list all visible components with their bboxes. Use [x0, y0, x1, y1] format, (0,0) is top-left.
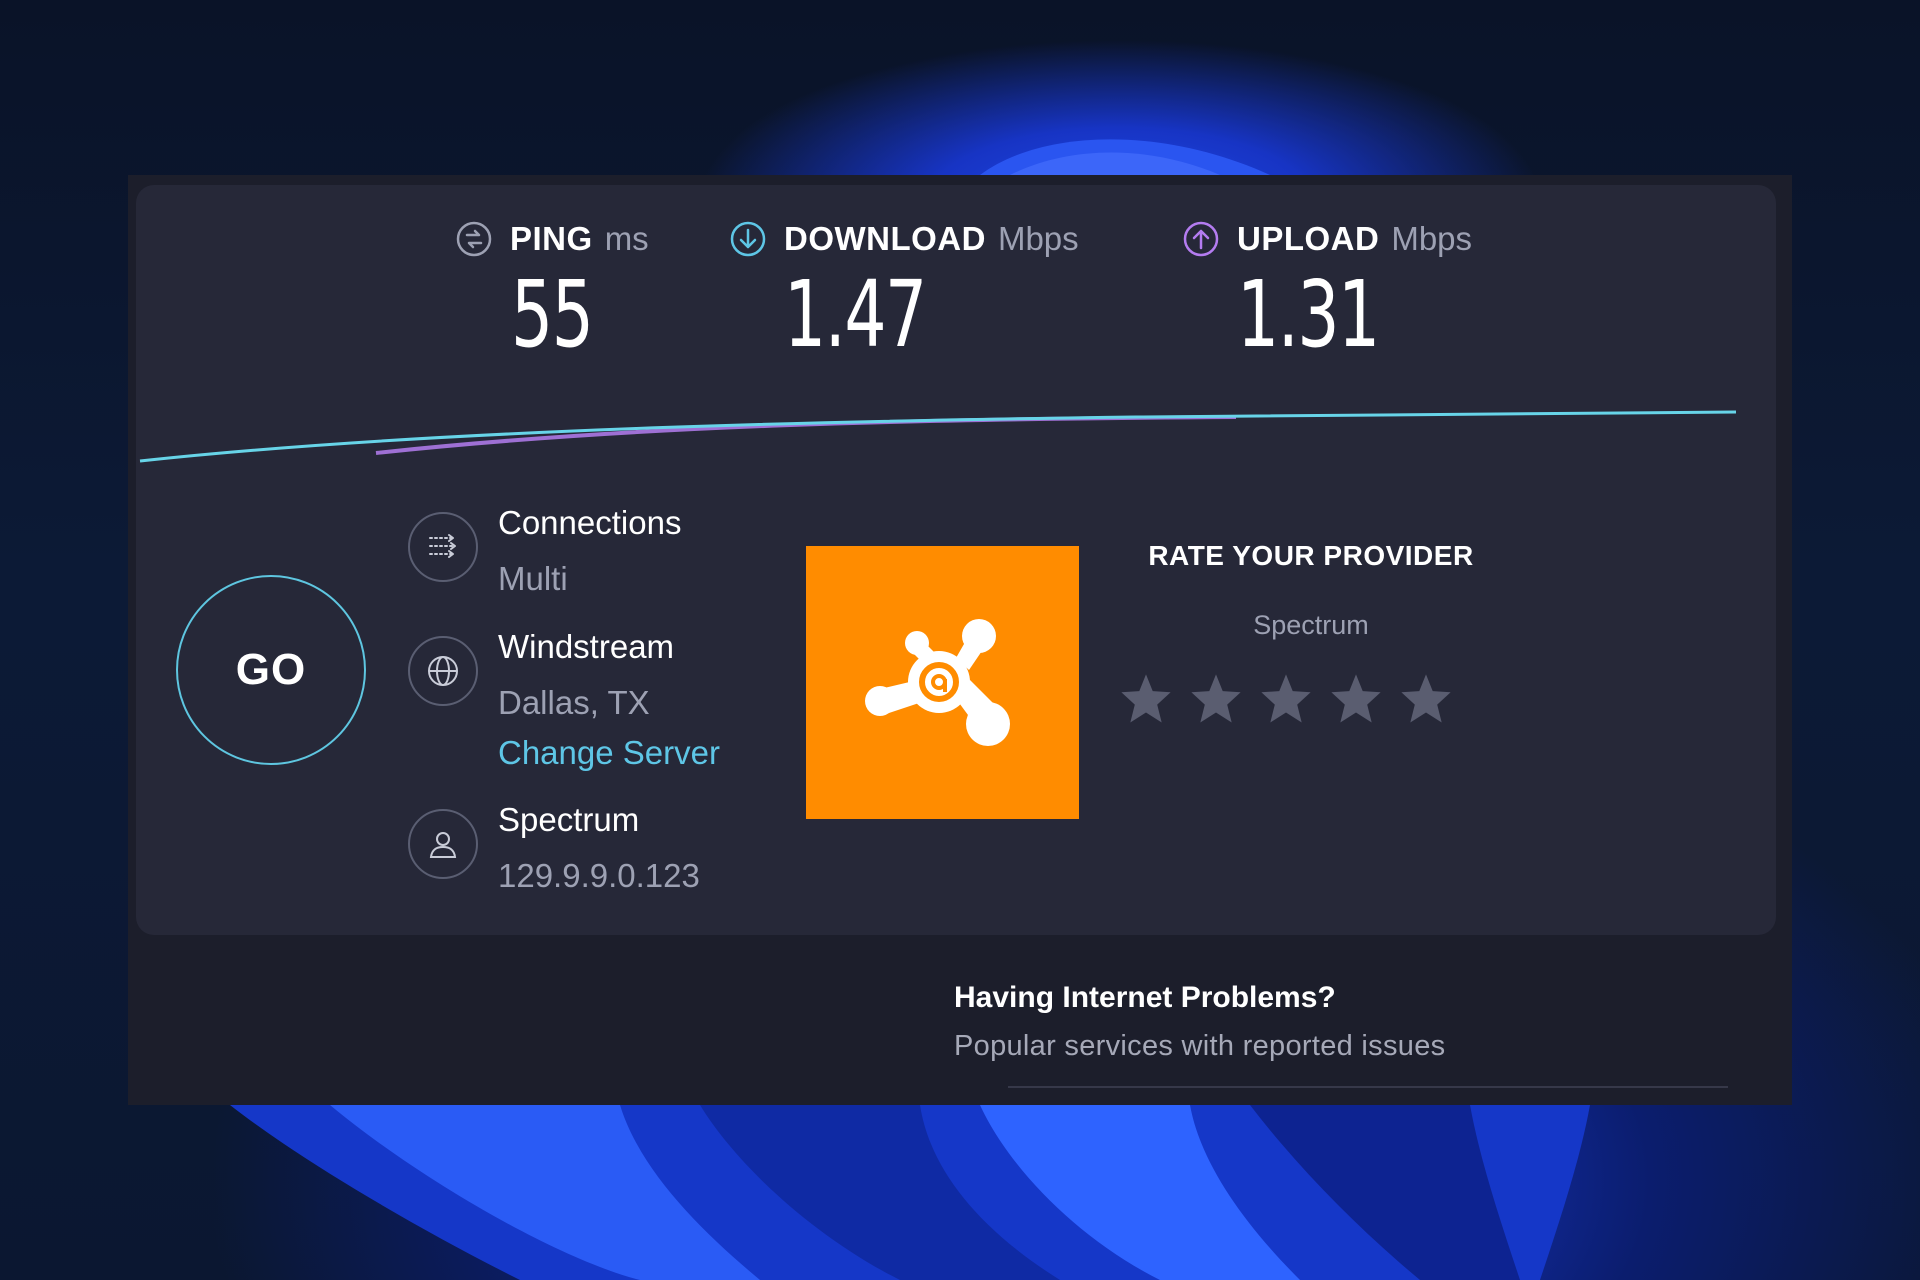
star-icon-1[interactable]: [1118, 671, 1174, 727]
go-button[interactable]: GO: [176, 575, 366, 765]
rating-stars: [1118, 671, 1454, 727]
ad-tile[interactable]: [806, 546, 1079, 819]
server-name: Windstream: [498, 628, 675, 665]
results-card: PING ms 55 DOWNLOAD Mbps 1.47 UPLOAD Mbp…: [136, 185, 1776, 935]
ping-label: PING: [510, 220, 593, 257]
speedtest-app: PING ms 55 DOWNLOAD Mbps 1.47 UPLOAD Mbp…: [128, 175, 1792, 1105]
star-icon-2[interactable]: [1188, 671, 1244, 727]
upload-unit: Mbps: [1391, 220, 1473, 257]
star-icon-3[interactable]: [1258, 671, 1314, 727]
problems-subtitle: Popular services with reported issues: [954, 1030, 1446, 1062]
download-arrow-icon: [730, 221, 766, 257]
problems-title[interactable]: Having Internet Problems?: [954, 981, 1336, 1015]
rate-provider-name: Spectrum: [1253, 610, 1369, 640]
section-divider: [1008, 1086, 1728, 1088]
rate-provider-title: RATE YOUR PROVIDER: [1148, 540, 1474, 571]
ping-unit: ms: [604, 220, 649, 257]
speed-graph: [139, 410, 1737, 463]
download-unit: Mbps: [997, 220, 1079, 257]
star-icon-5[interactable]: [1398, 671, 1454, 727]
change-server-link[interactable]: Change Server: [498, 734, 720, 772]
ping-icon: [456, 221, 492, 257]
connections-mode: Multi: [498, 560, 568, 597]
avast-logo-icon: [865, 619, 1010, 746]
upload-value: 1.31: [1237, 261, 1380, 368]
download-value: 1.47: [784, 261, 927, 368]
ping-value: 55: [511, 261, 594, 368]
upload-arrow-icon: [1183, 221, 1219, 257]
ping-metric: PING ms 55: [456, 219, 649, 365]
star-icon-4[interactable]: [1328, 671, 1384, 727]
user-icon: [408, 809, 478, 879]
upload-label: UPLOAD: [1237, 220, 1380, 257]
upload-metric: UPLOAD Mbps 1.31: [1183, 219, 1473, 365]
connections-icon[interactable]: [408, 512, 478, 582]
download-label: DOWNLOAD: [784, 220, 986, 257]
connections-title: Connections: [498, 504, 682, 541]
provider-ip: 129.9.9.0.123: [498, 857, 700, 894]
download-metric: DOWNLOAD Mbps 1.47: [730, 219, 1079, 365]
globe-icon: [408, 636, 478, 706]
server-location: Dallas, TX: [498, 684, 650, 721]
provider-name: Spectrum: [498, 801, 640, 838]
